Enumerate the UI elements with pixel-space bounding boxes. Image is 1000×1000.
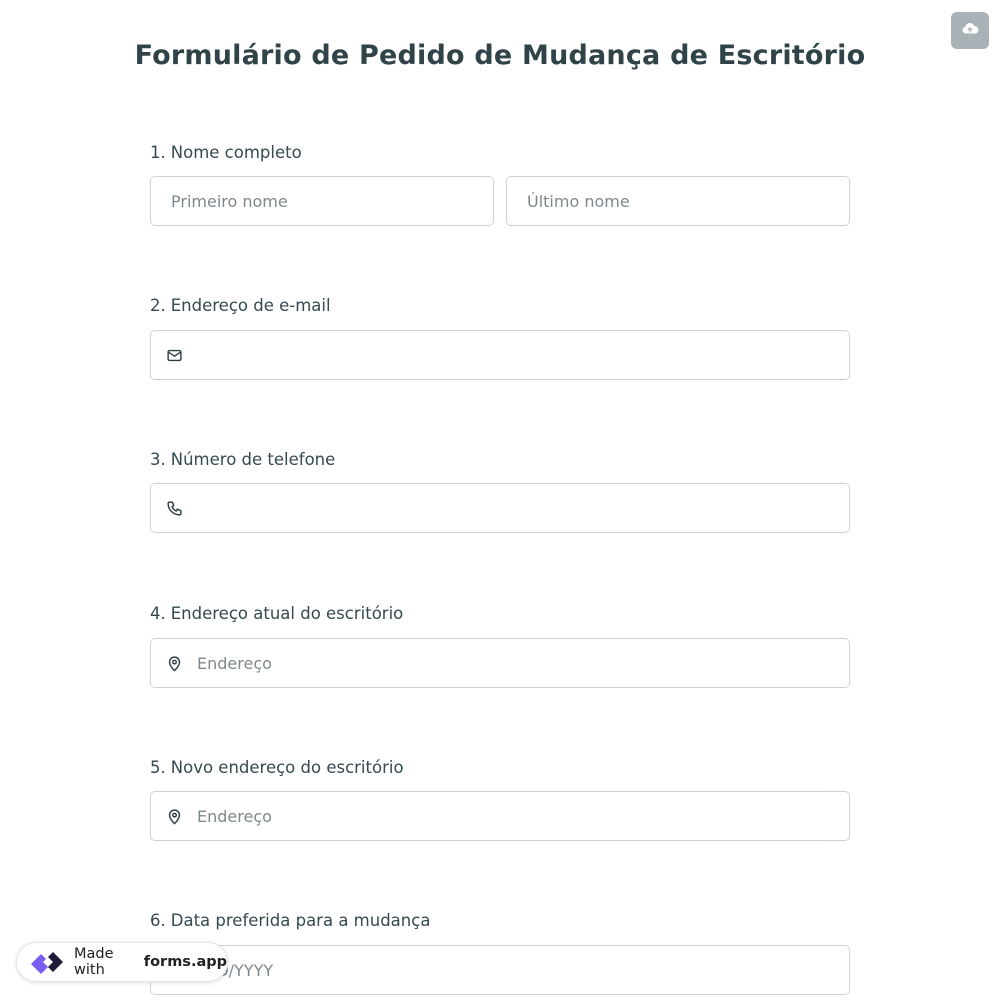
moving-date-field[interactable] bbox=[150, 945, 850, 995]
question-number: 4. bbox=[150, 603, 166, 623]
map-pin-icon bbox=[164, 806, 184, 826]
question-moving-date: 6. Data preferida para a mudança bbox=[150, 909, 850, 931]
email-field[interactable] bbox=[150, 330, 850, 380]
question-full-name: 1. Nome completo bbox=[150, 141, 850, 163]
badge-brand: forms.app bbox=[143, 954, 227, 970]
question-label: Data preferida para a mudança bbox=[170, 910, 431, 930]
first-name-field[interactable] bbox=[150, 176, 494, 226]
question-label: Novo endereço do escritório bbox=[170, 757, 404, 777]
map-pin-icon bbox=[164, 653, 184, 673]
badge-prefix: Made with bbox=[74, 946, 114, 978]
question-number: 3. bbox=[150, 449, 166, 469]
email-input[interactable] bbox=[197, 331, 849, 379]
question-phone: 3. Número de telefone bbox=[150, 448, 850, 470]
question-current-address: 4. Endereço atual do escritório bbox=[150, 602, 850, 624]
envelope-icon bbox=[164, 345, 184, 365]
question-number: 1. bbox=[150, 142, 166, 162]
form-title: Formulário de Pedido de Mudança de Escri… bbox=[134, 40, 866, 71]
question-number: 5. bbox=[150, 757, 166, 777]
question-number: 2. bbox=[150, 295, 166, 315]
forms-app-logo bbox=[27, 945, 67, 979]
question-label: Endereço de e-mail bbox=[170, 295, 331, 315]
new-address-input[interactable] bbox=[197, 792, 849, 840]
question-label: Número de telefone bbox=[170, 449, 336, 469]
first-name-input[interactable] bbox=[171, 177, 493, 225]
phone-input[interactable] bbox=[197, 484, 849, 532]
question-label: Endereço atual do escritório bbox=[170, 603, 404, 623]
phone-icon bbox=[164, 498, 184, 518]
question-number: 6. bbox=[150, 910, 166, 930]
current-address-field[interactable] bbox=[150, 638, 850, 688]
question-label: Nome completo bbox=[170, 142, 302, 162]
question-email: 2. Endereço de e-mail bbox=[150, 294, 850, 316]
made-with-badge[interactable]: Made with forms.app bbox=[16, 942, 228, 982]
new-address-field[interactable] bbox=[150, 791, 850, 841]
current-address-input[interactable] bbox=[197, 639, 849, 687]
phone-field[interactable] bbox=[150, 483, 850, 533]
last-name-field[interactable] bbox=[506, 176, 850, 226]
moving-date-input[interactable] bbox=[171, 946, 849, 994]
cloud-upload-icon bbox=[961, 20, 979, 42]
last-name-input[interactable] bbox=[527, 177, 849, 225]
question-new-address: 5. Novo endereço do escritório bbox=[150, 756, 850, 778]
